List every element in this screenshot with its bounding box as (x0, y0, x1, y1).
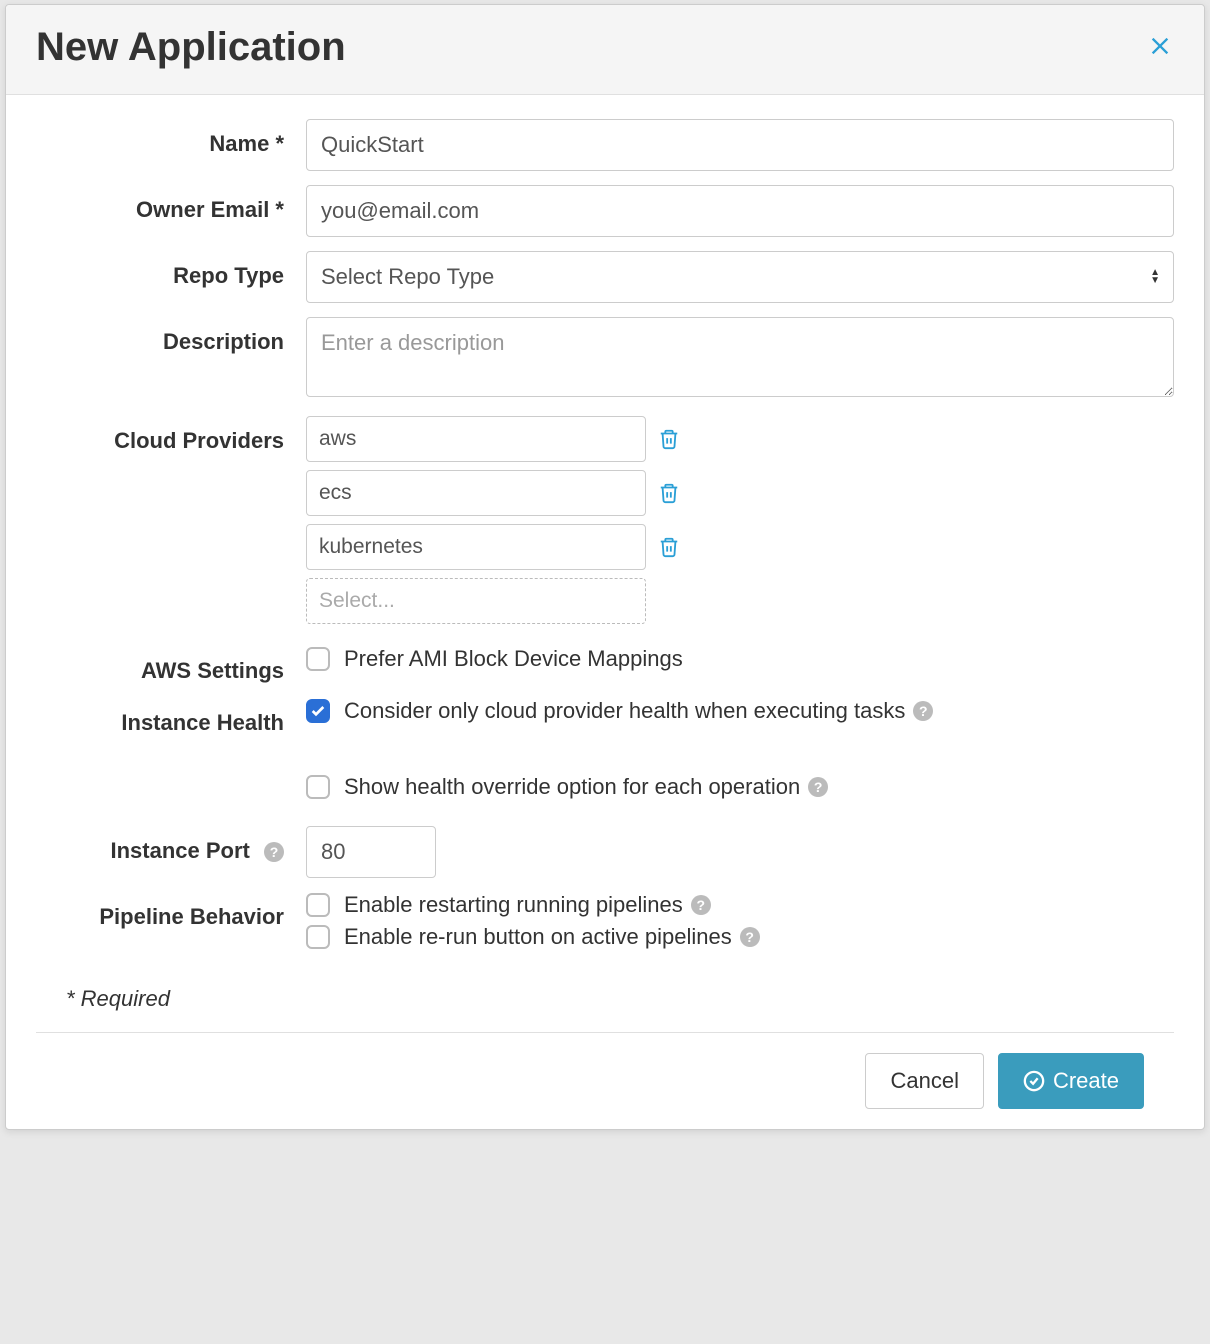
help-icon[interactable]: ? (264, 842, 284, 862)
close-button[interactable] (1146, 30, 1174, 66)
modal-header: New Application (6, 5, 1204, 95)
create-button[interactable]: Create (998, 1053, 1144, 1109)
aws-settings-label: AWS Settings (36, 646, 306, 684)
provider-select-row: Select... (306, 578, 1174, 624)
enable-rerun-checkbox[interactable] (306, 925, 330, 949)
trash-icon[interactable] (658, 428, 680, 450)
prefer-ami-checkbox[interactable] (306, 647, 330, 671)
enable-rerun-label: Enable re-run button on active pipelines (344, 924, 732, 950)
repo-type-select[interactable]: Select Repo Type (306, 251, 1174, 303)
modal-body: Name * Owner Email * Repo Type Select Re… (6, 95, 1204, 1012)
trash-icon[interactable] (658, 482, 680, 504)
enable-restart-checkbox[interactable] (306, 893, 330, 917)
provider-row (306, 524, 1174, 570)
provider-row (306, 416, 1174, 462)
instance-health-label: Instance Health (36, 698, 306, 736)
consider-cloud-label: Consider only cloud provider health when… (344, 698, 905, 724)
cloud-providers-label: Cloud Providers (36, 416, 306, 454)
description-label: Description (36, 317, 306, 355)
provider-row (306, 470, 1174, 516)
instance-port-label: Instance Port ? (36, 826, 306, 864)
cancel-button[interactable]: Cancel (865, 1053, 983, 1109)
provider-input-ecs[interactable] (306, 470, 646, 516)
modal-title: New Application (36, 25, 346, 70)
provider-input-kubernetes[interactable] (306, 524, 646, 570)
provider-input-aws[interactable] (306, 416, 646, 462)
trash-icon[interactable] (658, 536, 680, 558)
help-icon[interactable]: ? (691, 895, 711, 915)
name-label: Name * (36, 119, 306, 157)
owner-email-input[interactable] (306, 185, 1174, 237)
new-application-modal: New Application Name * Owner Email * Rep… (5, 4, 1205, 1130)
provider-select[interactable]: Select... (306, 578, 646, 624)
check-circle-icon (1023, 1070, 1045, 1092)
show-override-label: Show health override option for each ope… (344, 774, 800, 800)
name-input[interactable] (306, 119, 1174, 171)
repo-type-label: Repo Type (36, 251, 306, 289)
owner-email-label: Owner Email * (36, 185, 306, 223)
required-note: * Required (66, 986, 1174, 1012)
consider-cloud-checkbox[interactable] (306, 699, 330, 723)
help-icon[interactable]: ? (740, 927, 760, 947)
description-textarea[interactable] (306, 317, 1174, 397)
prefer-ami-label: Prefer AMI Block Device Mappings (344, 646, 683, 672)
enable-restart-label: Enable restarting running pipelines (344, 892, 683, 918)
close-icon (1146, 32, 1174, 60)
modal-footer: Cancel Create (36, 1032, 1174, 1129)
instance-port-input[interactable] (306, 826, 436, 878)
help-icon[interactable]: ? (913, 701, 933, 721)
help-icon[interactable]: ? (808, 777, 828, 797)
pipeline-behavior-label: Pipeline Behavior (36, 892, 306, 930)
show-override-checkbox[interactable] (306, 775, 330, 799)
